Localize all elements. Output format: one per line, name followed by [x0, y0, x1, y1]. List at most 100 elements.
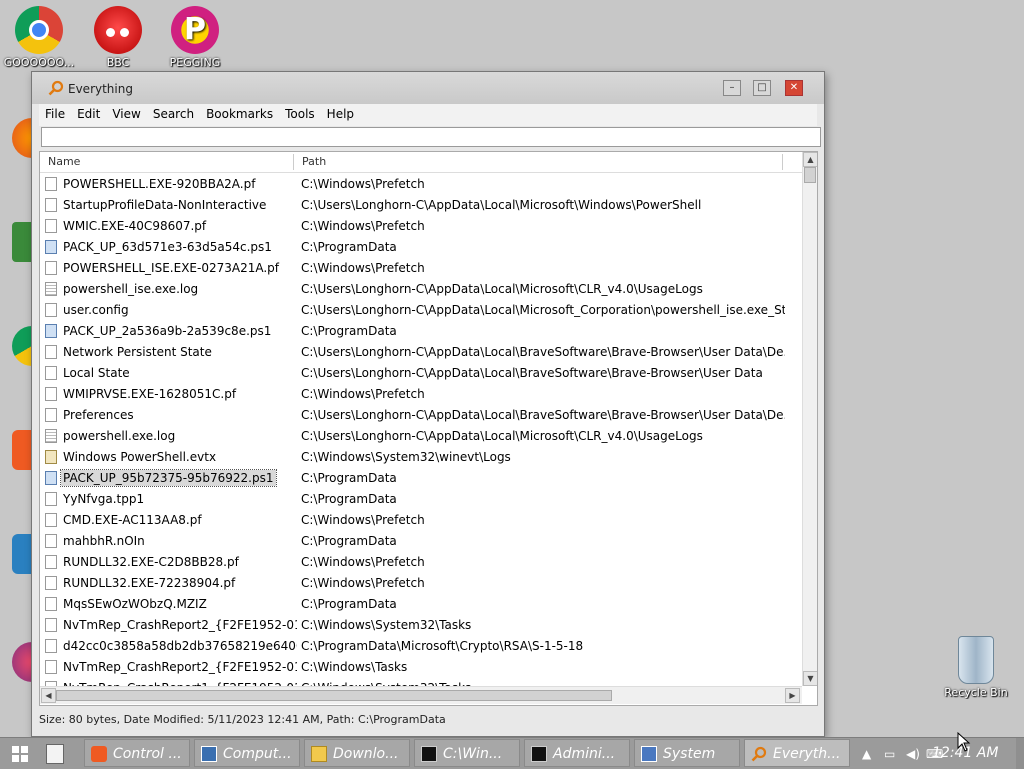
table-row[interactable]: powershell_ise.exe.log C:\Users\Longhorn-…: [40, 279, 802, 300]
table-row[interactable]: d42cc0c3858a58db2db37658219e6400_... C:\P…: [40, 636, 802, 657]
row-name: Preferences: [63, 408, 134, 422]
desktop-icon-chrome[interactable]: GOOOOOO...: [0, 6, 81, 69]
taskbar-button-cmd[interactable]: C:\Win...: [414, 739, 520, 767]
table-row[interactable]: mahbhR.nOIn C:\ProgramData: [40, 531, 802, 552]
table-row[interactable]: PACK_UP_63d571e3-63d5a54c.ps1 C:\ProgramD…: [40, 237, 802, 258]
desktop-icon-recycle-bin[interactable]: Recycle Bin: [934, 636, 1018, 699]
close-button[interactable]: ✕: [785, 80, 803, 96]
taskbar-button-label: Downlo...: [333, 746, 399, 762]
table-row[interactable]: Local State C:\Users\Longhorn-C\AppData\L…: [40, 363, 802, 384]
taskbar-button-computer[interactable]: Comput...: [194, 739, 300, 767]
table-row[interactable]: Preferences C:\Users\Longhorn-C\AppData\L…: [40, 405, 802, 426]
row-name: WMIC.EXE-40C98607.pf: [63, 219, 207, 233]
chevron-up-icon[interactable]: ▲: [862, 747, 876, 761]
scroll-right-icon[interactable]: ▶: [785, 688, 800, 703]
table-row[interactable]: powershell.exe.log C:\Users\Longhorn-C\Ap…: [40, 426, 802, 447]
column-header-path[interactable]: Path: [302, 152, 782, 172]
row-name: NvTmRep_CrashReport2_{F2FE1952-01...: [63, 660, 297, 674]
cmd-icon: [421, 746, 437, 762]
scroll-thumb[interactable]: [56, 690, 612, 701]
row-path: C:\Windows\Prefetch: [301, 576, 425, 590]
taskbar-button-label: Admini...: [553, 746, 616, 762]
table-row[interactable]: RUNDLL32.EXE-C2D8BB28.pf C:\Windows\Prefe…: [40, 552, 802, 573]
column-divider[interactable]: [782, 154, 783, 170]
table-row[interactable]: NvTmRep_CrashReport2_{F2FE1952-01... C:\W…: [40, 657, 802, 678]
table-row[interactable]: WMIPRVSE.EXE-1628051C.pf C:\Windows\Prefe…: [40, 384, 802, 405]
menu-search[interactable]: Search: [147, 104, 200, 124]
scroll-down-icon[interactable]: ▼: [803, 671, 817, 686]
show-desktop-button[interactable]: [1016, 738, 1024, 769]
row-name: Local State: [63, 366, 130, 380]
taskbar-button-label: Comput...: [223, 746, 292, 762]
table-row[interactable]: CMD.EXE-AC113AA8.pf C:\Windows\Prefetch: [40, 510, 802, 531]
taskbar-button-control[interactable]: Control ...: [84, 739, 190, 767]
menu-help[interactable]: Help: [321, 104, 360, 124]
file-icon: [45, 177, 57, 191]
taskbar-button-admin[interactable]: Admini...: [524, 739, 630, 767]
scroll-left-icon[interactable]: ◀: [41, 688, 56, 703]
row-path: C:\Windows\Prefetch: [301, 555, 425, 569]
file-explorer-icon[interactable]: [46, 744, 64, 764]
row-name: Network Persistent State: [63, 345, 212, 359]
table-row[interactable]: RUNDLL32.EXE-72238904.pf C:\Windows\Prefe…: [40, 573, 802, 594]
row-path: C:\Users\Longhorn-C\AppData\Local\Micros…: [301, 429, 703, 443]
row-path: C:\Windows\Prefetch: [301, 261, 425, 275]
desktop-icon-pegging[interactable]: P PEGGING: [153, 6, 237, 69]
vertical-scrollbar[interactable]: ▲ ▼: [802, 152, 817, 686]
file-icon: [45, 198, 57, 212]
network-icon[interactable]: ▭: [884, 747, 898, 761]
file-icon: [45, 534, 57, 548]
column-divider[interactable]: [293, 154, 294, 170]
row-path: C:\Windows\System32\Tasks: [301, 618, 472, 632]
start-button[interactable]: [0, 738, 40, 769]
row-path: C:\Users\Longhorn-C\AppData\Local\BraveS…: [301, 366, 763, 380]
table-row[interactable]: YyNfvga.tpp1 C:\ProgramData: [40, 489, 802, 510]
menu-edit[interactable]: Edit: [71, 104, 106, 124]
minimize-button[interactable]: –: [723, 80, 741, 96]
magnifier-icon: [48, 80, 64, 96]
menu-view[interactable]: View: [106, 104, 146, 124]
file-icon: [45, 303, 57, 317]
table-row[interactable]: WMIC.EXE-40C98607.pf C:\Windows\Prefetch: [40, 216, 802, 237]
file-icon: [45, 261, 57, 275]
table-row[interactable]: POWERSHELL.EXE-920BBA2A.pf C:\Windows\Pre…: [40, 174, 802, 195]
horizontal-scrollbar[interactable]: ◀ ▶: [40, 686, 802, 704]
scroll-up-icon[interactable]: ▲: [803, 152, 817, 167]
table-row[interactable]: NvTmRep_CrashReport1_{F2FE1952-018...C:\…: [40, 678, 802, 686]
row-path: C:\Users\Longhorn-C\AppData\Local\BraveS…: [301, 408, 785, 422]
table-row[interactable]: MqsSEwOzWObzQ.MZIZ C:\ProgramData: [40, 594, 802, 615]
table-row[interactable]: Network Persistent State C:\Users\Longhor…: [40, 342, 802, 363]
desktop-icon-label: BBC: [106, 56, 130, 69]
row-path: C:\Windows\Prefetch: [301, 387, 425, 401]
table-row[interactable]: Windows PowerShell.evtx C:\Windows\System…: [40, 447, 802, 468]
file-icon: [45, 408, 57, 422]
maximize-button[interactable]: □: [753, 80, 771, 96]
table-row[interactable]: NvTmRep_CrashReport2_{F2FE1952-01... C:\W…: [40, 615, 802, 636]
list-header: Name Path: [40, 152, 802, 173]
table-row[interactable]: StartupProfileData-NonInteractive C:\User…: [40, 195, 802, 216]
table-row[interactable]: PACK_UP_95b72375-95b76922.ps1 C:\ProgramD…: [40, 468, 802, 489]
file-icon: [45, 639, 57, 653]
menu-file[interactable]: File: [39, 104, 71, 124]
scroll-thumb[interactable]: [804, 167, 816, 183]
desktop-icon-bbc[interactable]: BBC: [76, 6, 160, 69]
row-name: POWERSHELL.EXE-920BBA2A.pf: [63, 177, 256, 191]
taskbar-button-everything[interactable]: Everyth...: [744, 739, 850, 767]
row-path: C:\Windows\System32\winevt\Logs: [301, 450, 511, 464]
table-row[interactable]: PACK_UP_2a536a9b-2a539c8e.ps1 C:\ProgramD…: [40, 321, 802, 342]
chrome-icon: [15, 6, 63, 54]
title-bar[interactable]: Everything – □ ✕: [32, 72, 824, 104]
volume-icon[interactable]: ◀): [906, 747, 920, 761]
taskbar-button-system[interactable]: System: [634, 739, 740, 767]
search-input[interactable]: [41, 127, 821, 147]
row-name: CMD.EXE-AC113AA8.pf: [63, 513, 202, 527]
table-row[interactable]: POWERSHELL_ISE.EXE-0273A21A.pf C:\Windows…: [40, 258, 802, 279]
menu-bookmarks[interactable]: Bookmarks: [200, 104, 279, 124]
row-path: C:\ProgramData: [301, 492, 397, 506]
result-rows: POWERSHELL.EXE-920BBA2A.pf C:\Windows\Pre…: [40, 174, 802, 686]
column-header-name[interactable]: Name: [48, 152, 292, 172]
taskbar-button-downloads[interactable]: Downlo...: [304, 739, 410, 767]
table-row[interactable]: user.config C:\Users\Longhorn-C\AppData\L…: [40, 300, 802, 321]
menu-tools[interactable]: Tools: [279, 104, 321, 124]
file-icon: [45, 513, 57, 527]
